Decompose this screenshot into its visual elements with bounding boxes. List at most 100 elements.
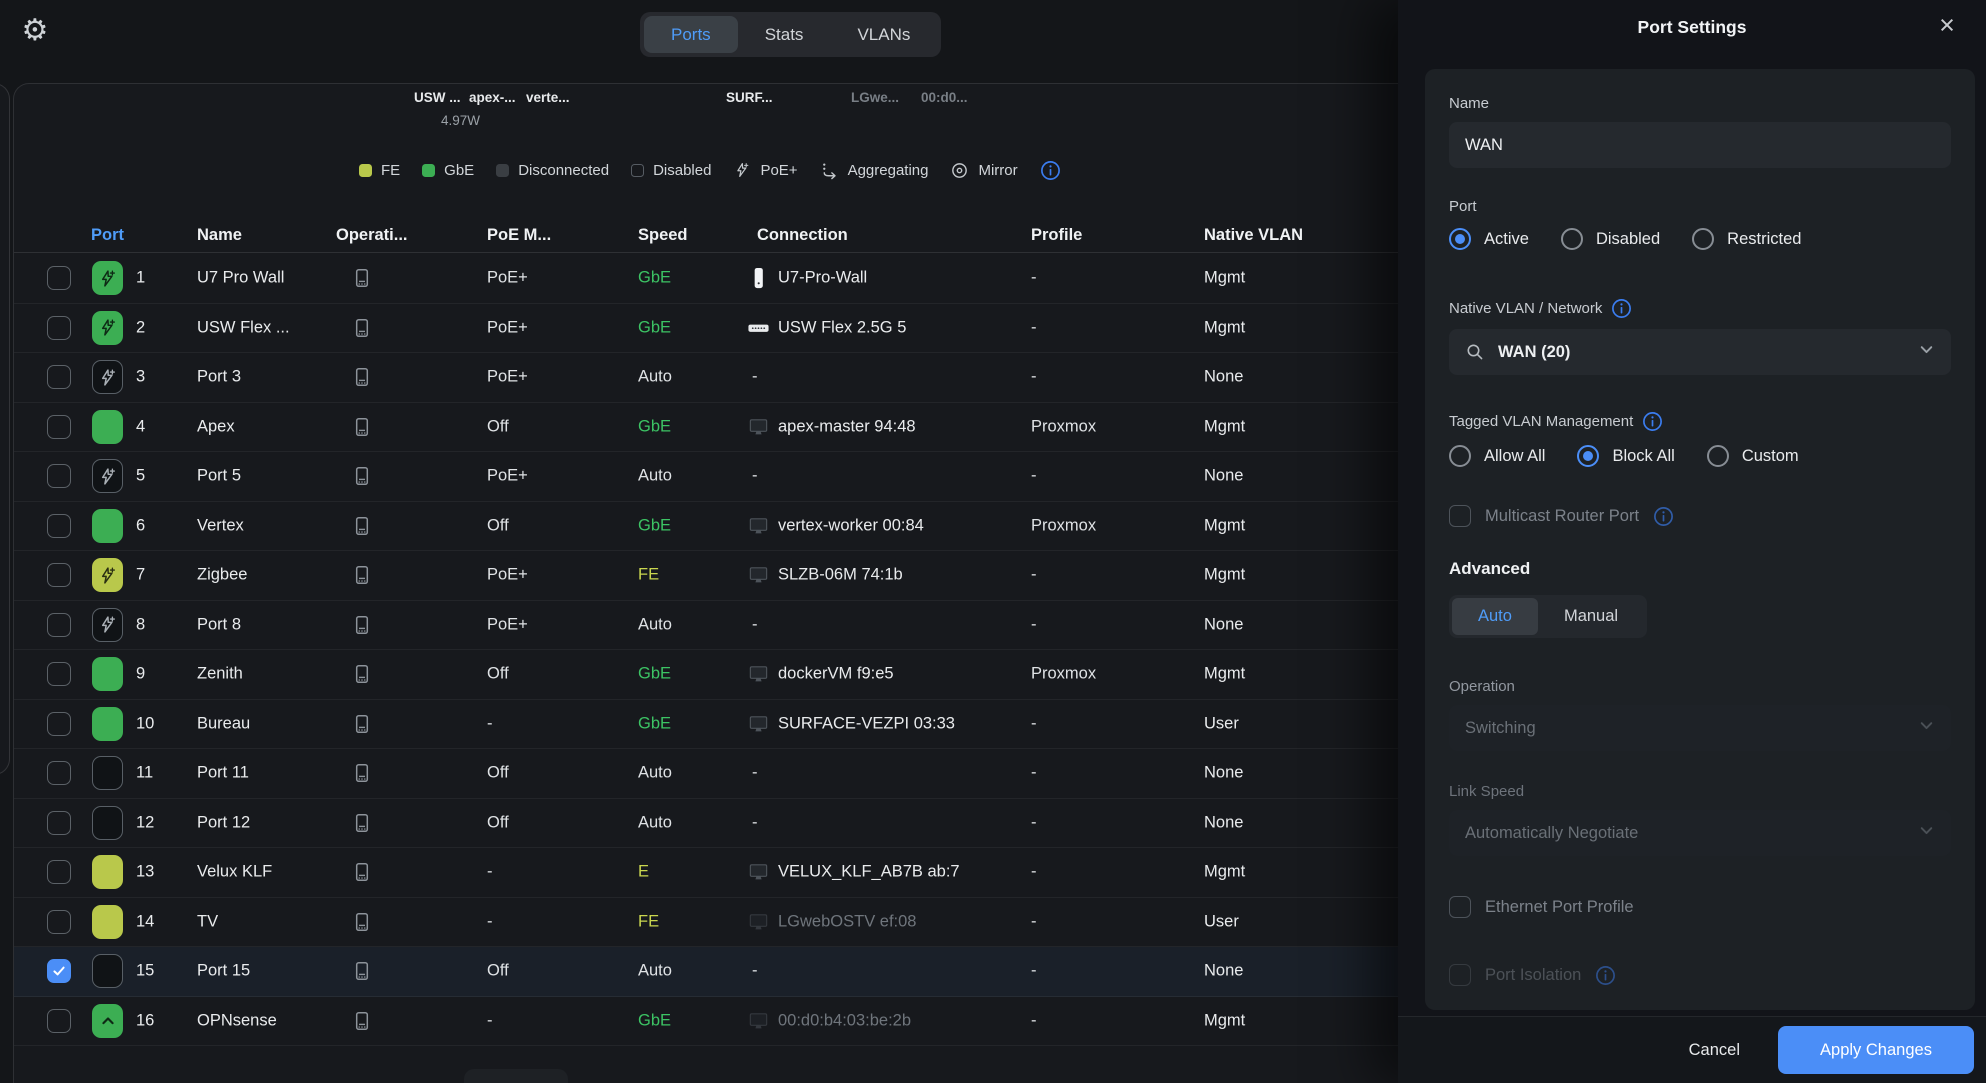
info-icon[interactable] xyxy=(1040,160,1061,181)
close-icon[interactable]: × xyxy=(1930,8,1964,42)
profile: - xyxy=(1031,962,1037,981)
row-checkbox[interactable] xyxy=(47,613,71,637)
radio-port-active[interactable]: Active xyxy=(1449,228,1529,250)
column-header-poem[interactable]: PoE M... xyxy=(487,226,551,245)
port-name: Vertex xyxy=(197,516,244,535)
mode-auto[interactable]: Auto xyxy=(1452,598,1538,635)
multicast-router-checkbox: Multicast Router Port xyxy=(1449,505,1951,527)
apply-changes-button[interactable]: Apply Changes xyxy=(1778,1026,1974,1074)
tab-ports[interactable]: Ports xyxy=(644,16,738,53)
column-header-speed[interactable]: Speed xyxy=(638,226,688,245)
port-status-badge xyxy=(92,806,123,840)
device-label: USW ... xyxy=(414,90,461,105)
row-checkbox[interactable] xyxy=(47,415,71,439)
native-vlan-label: Native VLAN / Network xyxy=(1449,298,1951,319)
switch-device-icon xyxy=(350,415,374,439)
info-icon[interactable] xyxy=(1653,506,1674,527)
settings-gear-icon[interactable]: ⚙ xyxy=(18,14,52,48)
table-footer-pill[interactable] xyxy=(464,1069,568,1083)
tab-vlans[interactable]: VLANs xyxy=(830,16,937,53)
row-checkbox[interactable] xyxy=(47,365,71,389)
port-speed: GbE xyxy=(638,516,671,535)
cancel-button[interactable]: Cancel xyxy=(1689,1041,1740,1060)
port-number: 12 xyxy=(136,813,154,832)
profile: - xyxy=(1031,318,1037,337)
row-checkbox[interactable] xyxy=(47,514,71,538)
access-point-icon xyxy=(747,267,770,290)
column-header-connection[interactable]: Connection xyxy=(757,226,848,245)
port-isolation-checkbox[interactable]: Port Isolation xyxy=(1449,964,1951,986)
poe-mode: - xyxy=(487,714,493,733)
port-speed: Auto xyxy=(638,615,672,634)
switch-device-icon xyxy=(350,365,374,389)
profile: Proxmox xyxy=(1031,417,1096,436)
port-status-badge xyxy=(92,954,123,988)
radio-port-disabled[interactable]: Disabled xyxy=(1561,228,1660,250)
legend-label: Mirror xyxy=(978,162,1017,179)
port-name: USW Flex ... xyxy=(197,318,290,337)
row-checkbox[interactable] xyxy=(47,860,71,884)
row-checkbox[interactable] xyxy=(47,662,71,686)
row-checkbox[interactable] xyxy=(47,712,71,736)
row-checkbox[interactable] xyxy=(47,959,71,983)
profile: - xyxy=(1031,615,1037,634)
row-checkbox[interactable] xyxy=(47,464,71,488)
column-header-name[interactable]: Name xyxy=(197,226,242,245)
tab-stats[interactable]: Stats xyxy=(738,16,831,53)
native-vlan-select[interactable]: WAN (20) xyxy=(1449,329,1951,375)
port-status-badge xyxy=(92,707,123,741)
native-vlan-value: WAN (20) xyxy=(1498,343,1570,362)
native-vlan: None xyxy=(1204,764,1243,783)
radio-port-restricted[interactable]: Restricted xyxy=(1692,228,1801,250)
row-checkbox[interactable] xyxy=(47,1009,71,1033)
port-speed: GbE xyxy=(638,714,671,733)
row-checkbox[interactable] xyxy=(47,316,71,340)
connection: SLZB-06M 74:1b xyxy=(778,566,903,585)
switch-device-icon xyxy=(350,959,374,983)
column-header-nativevlan[interactable]: Native VLAN xyxy=(1204,226,1303,245)
row-checkbox[interactable] xyxy=(47,811,71,835)
poe-mode: Off xyxy=(487,813,509,832)
poe-mode: Off xyxy=(487,417,509,436)
info-icon[interactable] xyxy=(1611,298,1632,319)
port-status-badge xyxy=(92,410,123,444)
column-header-profile[interactable]: Profile xyxy=(1031,226,1082,245)
switch-device-icon xyxy=(350,464,374,488)
column-header-port[interactable]: Port xyxy=(91,226,124,245)
legend-item-mirror: Mirror xyxy=(950,161,1017,180)
mode-manual[interactable]: Manual xyxy=(1538,598,1644,635)
radio-tagged-block-all[interactable]: Block All xyxy=(1577,445,1674,467)
tagged-vlan-radios: Allow All Block All Custom xyxy=(1449,445,1951,467)
radio-tagged-custom[interactable]: Custom xyxy=(1707,445,1799,467)
row-checkbox[interactable] xyxy=(47,910,71,934)
radio-dot xyxy=(1577,445,1599,467)
poe-mode: PoE+ xyxy=(487,467,528,486)
switch-device-icon xyxy=(350,316,374,340)
info-icon[interactable] xyxy=(1642,411,1663,432)
radio-dot xyxy=(1692,228,1714,250)
row-checkbox[interactable] xyxy=(47,266,71,290)
port-name: Velux KLF xyxy=(197,863,272,882)
port-state-label: Port xyxy=(1449,198,1951,215)
port-number: 11 xyxy=(136,764,153,783)
native-vlan: None xyxy=(1204,368,1243,387)
profile: - xyxy=(1031,467,1037,486)
port-speed: Auto xyxy=(638,764,672,783)
profile: - xyxy=(1031,566,1037,585)
legend-label: FE xyxy=(381,162,400,179)
radio-tagged-allow-all[interactable]: Allow All xyxy=(1449,445,1545,467)
port-status-badge xyxy=(92,657,123,691)
column-header-operati[interactable]: Operati... xyxy=(336,226,408,245)
native-vlan: None xyxy=(1204,962,1243,981)
connection: - xyxy=(752,368,758,387)
legend-label: Disconnected xyxy=(518,162,609,179)
legend-swatch xyxy=(422,164,435,177)
name-input[interactable]: WAN xyxy=(1449,122,1951,168)
poe-mode: Off xyxy=(487,516,509,535)
row-checkbox[interactable] xyxy=(47,761,71,785)
ethernet-port-profile-checkbox[interactable]: Ethernet Port Profile xyxy=(1449,896,1951,918)
info-icon xyxy=(1595,965,1616,986)
radio-dot xyxy=(1561,228,1583,250)
radio-dot xyxy=(1449,228,1471,250)
row-checkbox[interactable] xyxy=(47,563,71,587)
